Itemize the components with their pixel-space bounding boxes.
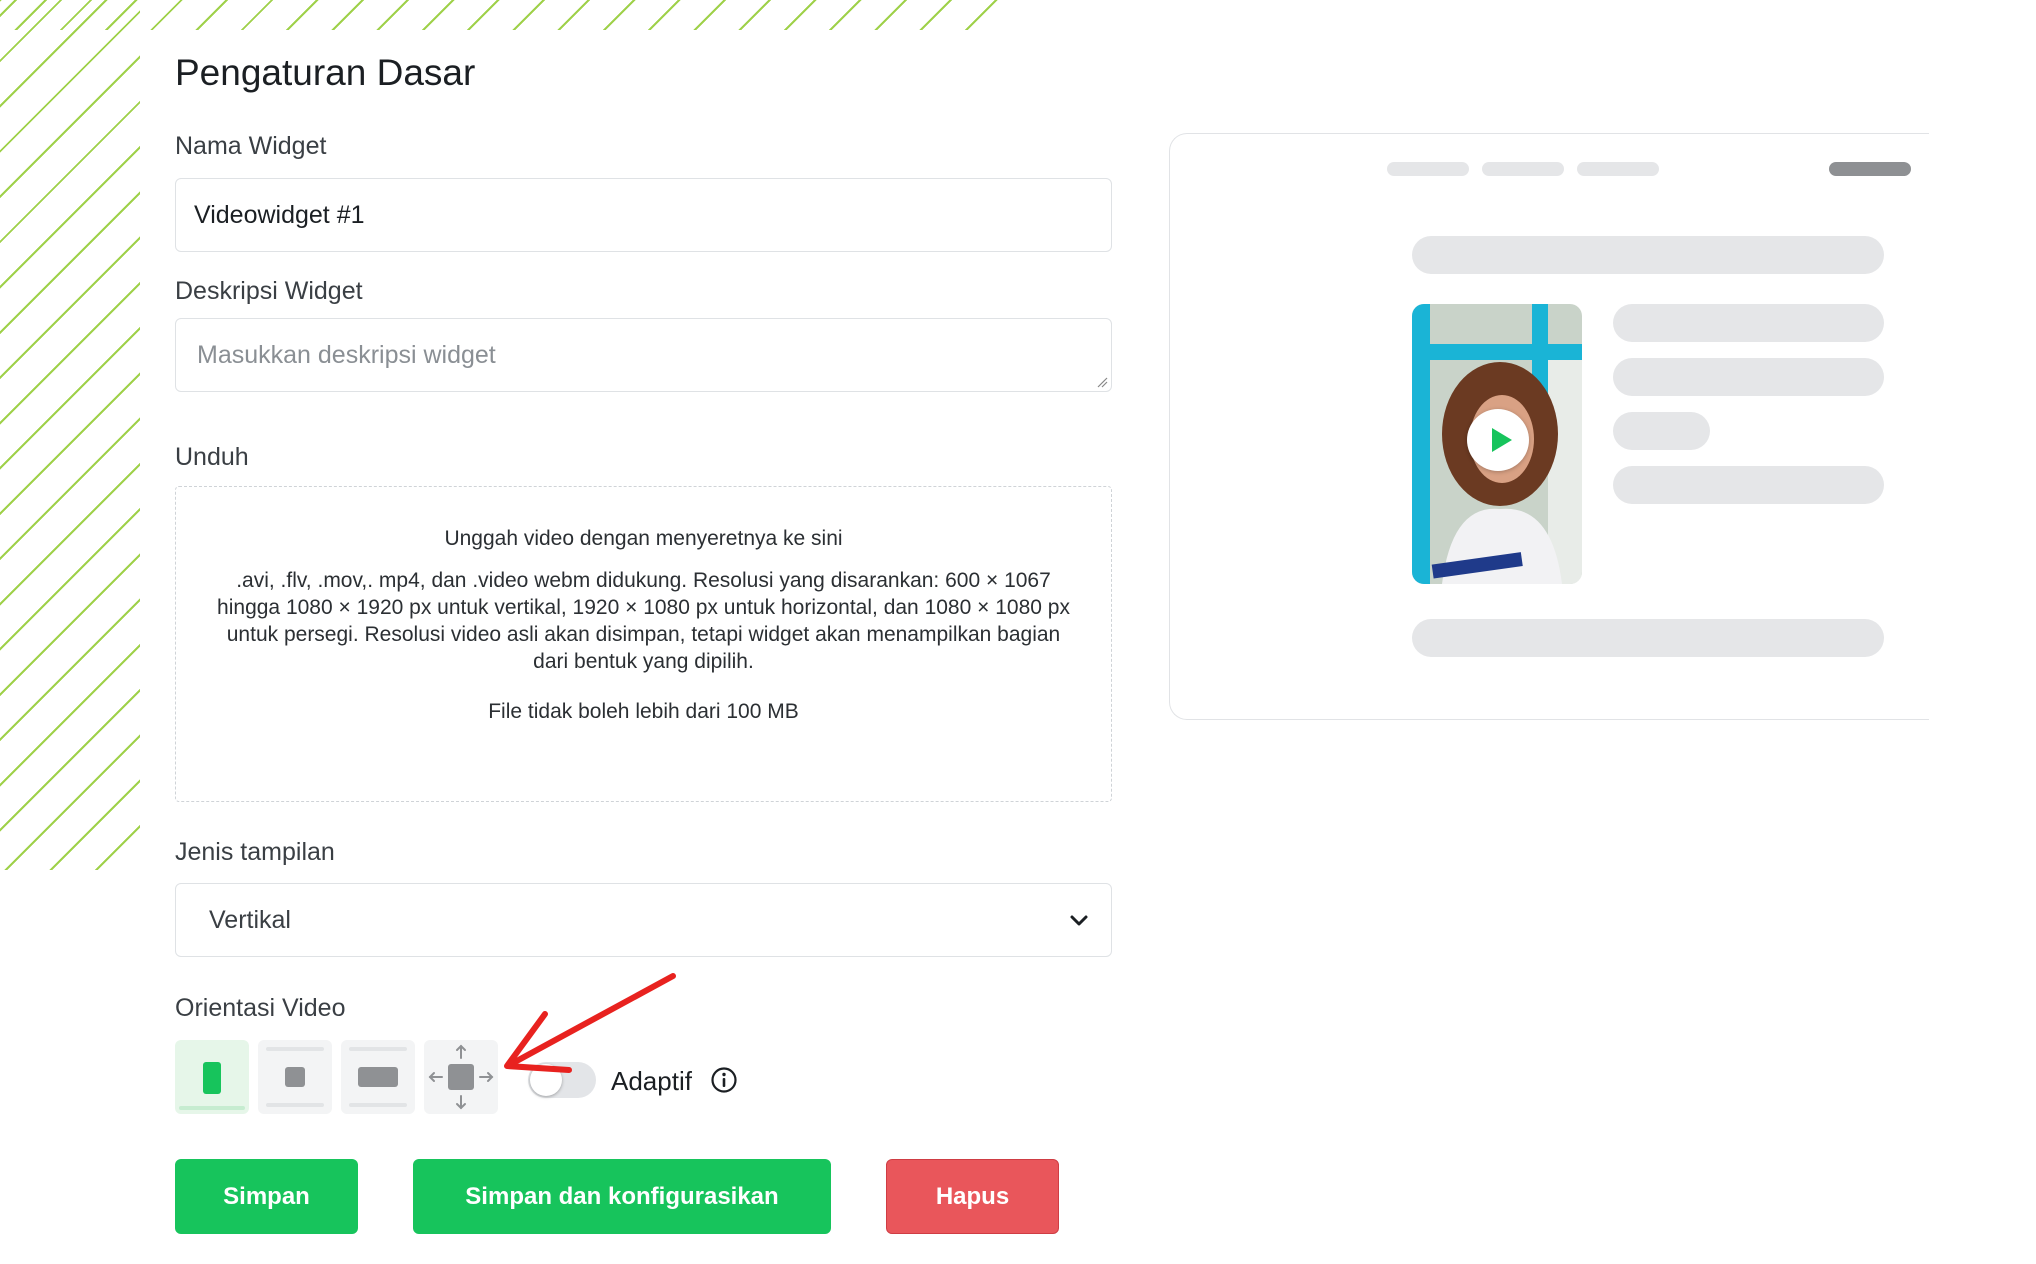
orientation-adaptive-button[interactable] bbox=[424, 1040, 498, 1114]
chevron-down-icon bbox=[1070, 915, 1088, 926]
widget-description-label: Deskripsi Widget bbox=[175, 277, 363, 305]
dropzone-description: .avi, .flv, .mov,. mp4, dan .video webm … bbox=[217, 569, 1070, 673]
video-upload-dropzone[interactable]: Unggah video dengan menyeretnya ke sini … bbox=[175, 486, 1112, 802]
video-thumbnail[interactable] bbox=[1412, 304, 1582, 584]
save-button[interactable]: Simpan bbox=[175, 1159, 358, 1234]
orientation-square-button[interactable] bbox=[258, 1040, 332, 1114]
decorative-stripes-top bbox=[0, 0, 1010, 30]
dropzone-title: Unggah video dengan menyeretnya ke sini bbox=[444, 527, 843, 550]
annotation-arrow-icon bbox=[504, 973, 676, 1073]
widget-name-value: Videowidget #1 bbox=[194, 200, 365, 229]
preview-nav-skeleton bbox=[1387, 162, 1469, 176]
preview-text-skeleton bbox=[1613, 304, 1884, 342]
play-icon bbox=[1492, 428, 1512, 452]
widget-preview bbox=[1169, 133, 1929, 720]
preview-nav-skeleton bbox=[1577, 162, 1659, 176]
dropzone-size-limit: File tidak boleh lebih dari 100 MB bbox=[488, 700, 799, 723]
preview-footer-skeleton bbox=[1412, 619, 1884, 657]
resize-grip-icon[interactable] bbox=[1096, 376, 1108, 388]
square-icon bbox=[266, 1047, 324, 1107]
adaptive-move-icon bbox=[428, 1044, 494, 1110]
info-icon[interactable] bbox=[710, 1066, 738, 1094]
upload-label: Unduh bbox=[175, 443, 249, 471]
play-button[interactable] bbox=[1467, 409, 1529, 471]
preview-text-skeleton bbox=[1613, 358, 1884, 396]
preview-nav-skeleton bbox=[1482, 162, 1564, 176]
orientation-vertical-button[interactable] bbox=[175, 1040, 249, 1114]
display-type-label: Jenis tampilan bbox=[175, 838, 335, 866]
preview-text-skeleton bbox=[1613, 412, 1710, 450]
widget-description-placeholder: Masukkan deskripsi widget bbox=[197, 340, 496, 369]
page: Pengaturan Dasar Nama Widget Videowidget… bbox=[0, 0, 2036, 1264]
preview-button-skeleton bbox=[1829, 162, 1911, 176]
widget-description-textarea[interactable]: Masukkan deskripsi widget bbox=[175, 318, 1112, 392]
horizontal-icon bbox=[349, 1047, 407, 1107]
widget-name-label: Nama Widget bbox=[175, 132, 327, 160]
display-type-select[interactable]: Vertikal bbox=[175, 883, 1112, 957]
orientation-horizontal-button[interactable] bbox=[341, 1040, 415, 1114]
delete-button[interactable]: Hapus bbox=[886, 1159, 1059, 1234]
video-orientation-label: Orientasi Video bbox=[175, 994, 346, 1022]
preview-text-skeleton bbox=[1613, 466, 1884, 504]
widget-name-input[interactable]: Videowidget #1 bbox=[175, 178, 1112, 252]
preview-title-skeleton bbox=[1412, 236, 1884, 274]
display-type-value: Vertikal bbox=[209, 905, 291, 934]
save-and-configure-button[interactable]: Simpan dan konfigurasikan bbox=[413, 1159, 831, 1234]
vertical-icon bbox=[179, 1062, 245, 1110]
decorative-stripes-left bbox=[0, 0, 140, 870]
page-title: Pengaturan Dasar bbox=[175, 52, 476, 93]
